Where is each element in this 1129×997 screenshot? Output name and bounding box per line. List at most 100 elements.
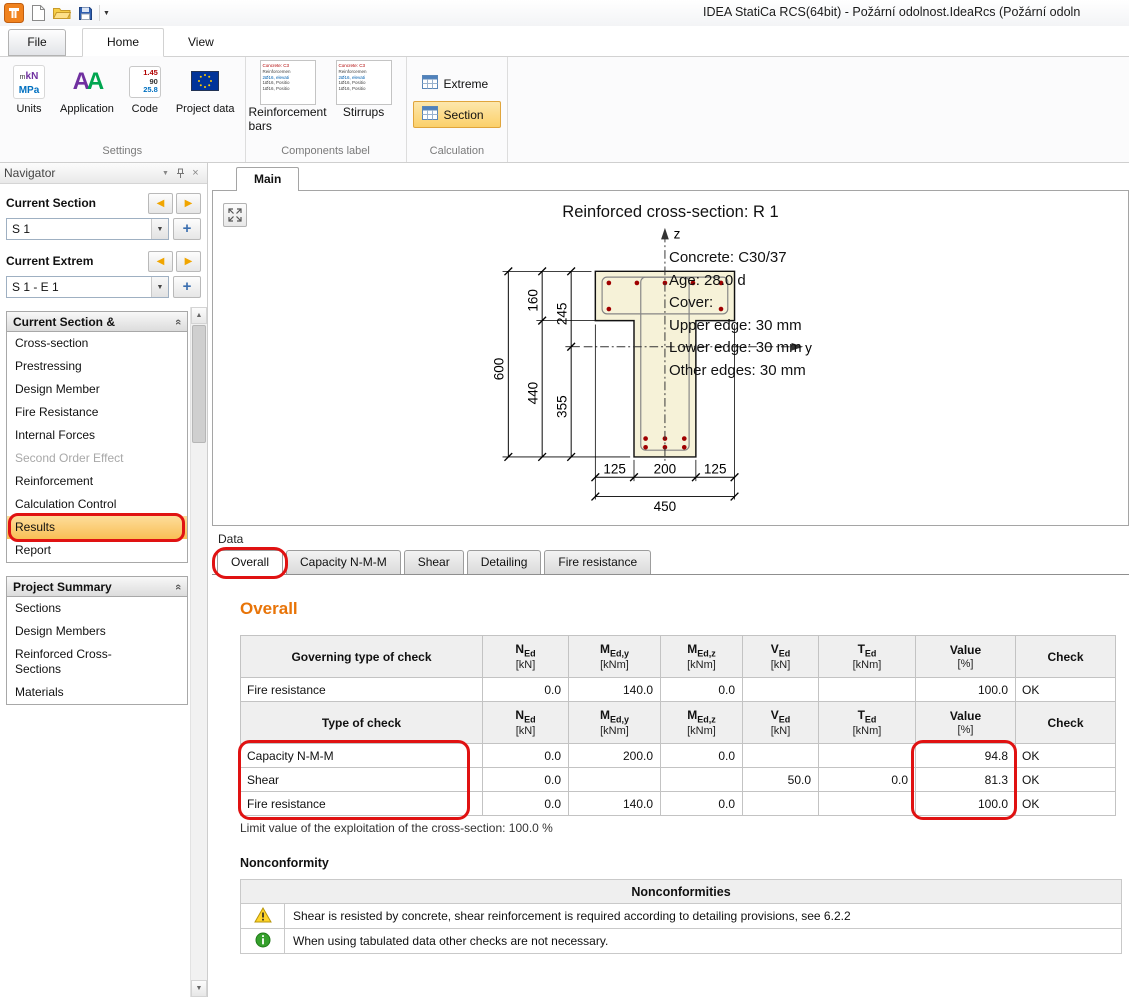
- next-extreme-button[interactable]: ▶: [176, 251, 201, 272]
- ribbon-group-settings: mkN MPa Units AA Application 1.45 90 25.: [0, 57, 246, 162]
- scrollbar-up-button[interactable]: ▲: [191, 307, 207, 324]
- units-button[interactable]: mkN MPa Units: [6, 60, 52, 143]
- tab-home[interactable]: Home: [82, 28, 164, 57]
- current-section-label: Current Section: [6, 196, 145, 210]
- column-header-check: Check: [1016, 636, 1116, 678]
- add-extreme-button[interactable]: +: [173, 276, 201, 298]
- tab-overall[interactable]: Overall: [217, 550, 283, 575]
- code-button[interactable]: 1.45 90 25.8 Code: [122, 60, 168, 143]
- sidebar-item-prestressing[interactable]: Prestressing: [7, 355, 187, 378]
- sidebar-item-materials[interactable]: Materials: [7, 681, 187, 704]
- save-icon[interactable]: [75, 3, 96, 24]
- sidebar-item-cross-section[interactable]: Cross-section: [7, 332, 187, 355]
- tab-main[interactable]: Main: [236, 167, 299, 191]
- dim-355-label: 355: [554, 395, 569, 418]
- page-title: Overall: [240, 599, 1129, 619]
- warning-icon: [254, 912, 272, 926]
- column-header-value: Value[%]: [916, 702, 1016, 744]
- column-header-governing: Governing type of check: [241, 636, 483, 678]
- dim-600-label: 600: [492, 358, 507, 381]
- tab-view[interactable]: View: [164, 29, 238, 56]
- qat-dropdown-icon[interactable]: ▼: [99, 5, 113, 21]
- tab-shear[interactable]: Shear: [404, 550, 464, 574]
- pin-icon[interactable]: [173, 168, 188, 179]
- tab-fire-resistance[interactable]: Fire resistance: [544, 550, 651, 574]
- nonconformities-table: Nonconformities Shear is resisted by con…: [240, 879, 1122, 954]
- ribbon-group-calculation: Extreme Section Calculation: [407, 57, 509, 162]
- column-header-medz: MEd,z[kNm]: [661, 636, 743, 678]
- table-row-capacity: Capacity N-M-M 0.0 200.0 0.0 94.8 OK: [241, 744, 1116, 768]
- open-folder-icon[interactable]: [51, 3, 72, 24]
- sidebar-item-calculation-control[interactable]: Calculation Control: [7, 493, 187, 516]
- extreme-button[interactable]: Extreme: [413, 70, 502, 97]
- app-logo-icon[interactable]: [3, 3, 24, 24]
- previous-section-button[interactable]: ◀: [148, 193, 173, 214]
- column-header-ted: TEd[kNm]: [819, 702, 916, 744]
- info-concrete: Concrete: C30/37: [669, 247, 806, 270]
- collapse-chevron-icon: «: [172, 583, 184, 589]
- tab-file[interactable]: File: [8, 29, 66, 56]
- navigator-controls: Current Section ◀ ▶ S 1 ▼ + Current Extr…: [0, 184, 207, 307]
- tab-detailing[interactable]: Detailing: [467, 550, 542, 574]
- current-section-group: Current Section & « Cross-section Prestr…: [6, 311, 188, 563]
- eu-flag-icon: [191, 71, 219, 94]
- sidebar-item-design-member[interactable]: Design Member: [7, 378, 187, 401]
- current-section-group-header[interactable]: Current Section & «: [6, 311, 188, 332]
- current-extreme-select[interactable]: S 1 - E 1 ▼: [6, 276, 169, 298]
- dim-160-label: 160: [525, 289, 540, 312]
- sidebar-item-internal-forces[interactable]: Internal Forces: [7, 424, 187, 447]
- info-cover: Cover:: [669, 292, 806, 315]
- sidebar-item-fire-resistance[interactable]: Fire Resistance: [7, 401, 187, 424]
- reinforcement-bars-button[interactable]: Concrete: C3 Reinforcemen 2Ø16, elevati …: [252, 60, 324, 143]
- nonconformity-row: Shear is resisted by concrete, shear rei…: [241, 904, 1122, 929]
- sidebar-item-report[interactable]: Report: [7, 539, 187, 562]
- column-header-ved: VEd[kN]: [743, 636, 819, 678]
- section-table-icon: [422, 106, 438, 123]
- table-row-shear: Shear 0.0 50.0 0.0 81.3 OK: [241, 768, 1116, 792]
- extreme-table-icon: [422, 75, 438, 92]
- column-header-medy: MEd,y[kNm]: [569, 636, 661, 678]
- navigator-scrollbar: ▲ ▼: [190, 307, 207, 997]
- expand-view-button[interactable]: [223, 203, 247, 227]
- group-caption-components: Components label: [246, 143, 406, 162]
- sidebar-item-design-members[interactable]: Design Members: [7, 620, 187, 643]
- info-upper-edge: Upper edge: 30 mm: [669, 315, 806, 338]
- column-header-ted: TEd[kNm]: [819, 636, 916, 678]
- application-icon: AA: [73, 69, 102, 95]
- tab-capacity-nmm[interactable]: Capacity N-M-M: [286, 550, 401, 574]
- project-summary-group-header[interactable]: Project Summary «: [6, 576, 188, 597]
- sidebar-item-results[interactable]: Results: [7, 516, 187, 539]
- section-button[interactable]: Section: [413, 101, 502, 128]
- chevron-down-icon[interactable]: ▼: [151, 277, 168, 297]
- column-header-value: Value[%]: [916, 636, 1016, 678]
- next-section-button[interactable]: ▶: [176, 193, 201, 214]
- current-extreme-label: Current Extrem: [6, 254, 145, 268]
- project-data-button[interactable]: Project data: [172, 60, 239, 143]
- current-section-select[interactable]: S 1 ▼: [6, 218, 169, 240]
- close-icon[interactable]: ×: [188, 167, 203, 179]
- previous-extreme-button[interactable]: ◀: [148, 251, 173, 272]
- info-age: Age: 28.0 d: [669, 270, 806, 293]
- section-info: Concrete: C30/37 Age: 28.0 d Cover: Uppe…: [669, 247, 806, 382]
- ribbon-tab-row: File Home View: [0, 26, 1129, 57]
- sidebar-item-reinforcement[interactable]: Reinforcement: [7, 470, 187, 493]
- info-lower-edge: Lower edge: 30 mm: [669, 337, 806, 360]
- data-panel-label: Data: [212, 532, 1129, 549]
- nonconformities-header: Nonconformities: [241, 880, 1122, 904]
- stirrups-button[interactable]: Concrete: C3 Reinforcemen 2Ø16, elevati …: [328, 60, 400, 143]
- sidebar-item-sections[interactable]: Sections: [7, 597, 187, 620]
- application-button[interactable]: AA Application: [56, 60, 118, 143]
- axis-y-label: y: [805, 341, 812, 356]
- add-section-button[interactable]: +: [173, 218, 201, 240]
- scrollbar-thumb[interactable]: [192, 325, 206, 443]
- code-icon: 1.45 90 25.8: [129, 66, 161, 98]
- scrollbar-down-button[interactable]: ▼: [191, 980, 207, 997]
- column-header-medz: MEd,z[kNm]: [661, 702, 743, 744]
- chevron-down-icon[interactable]: ▼: [151, 219, 168, 239]
- column-header-ned: NEd[kN]: [483, 636, 569, 678]
- navigator-menu-icon[interactable]: ▼: [158, 170, 173, 177]
- sidebar-item-reinforced-cross-sections[interactable]: Reinforced Cross-Sections: [7, 643, 157, 681]
- title-bar: ▼ IDEA StatiCa RCS(64bit) - Požární odol…: [0, 0, 1129, 26]
- new-document-icon[interactable]: [27, 3, 48, 24]
- sidebar-item-second-order-effect: Second Order Effect: [7, 447, 187, 470]
